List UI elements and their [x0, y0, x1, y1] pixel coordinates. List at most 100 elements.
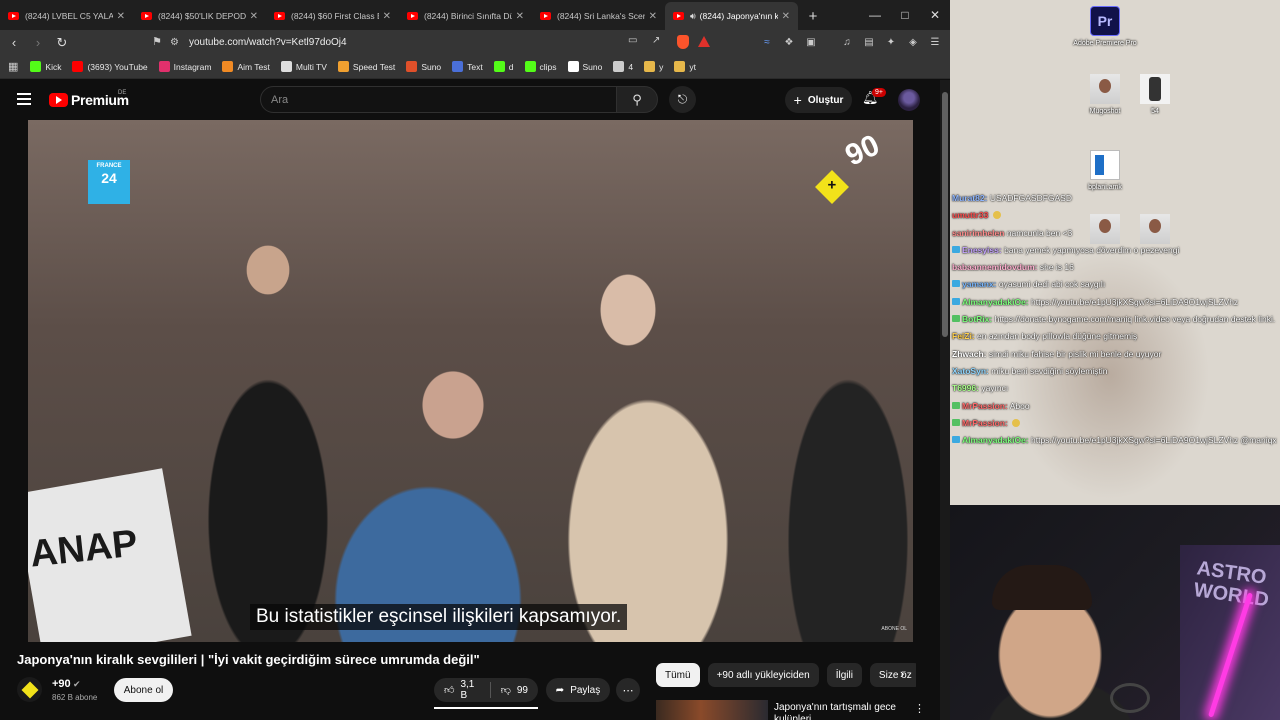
browser-tab[interactable]: (8244) $60 First Class Bus Sir ✕ — [266, 2, 399, 30]
bookmark-label: Kick — [45, 61, 62, 72]
hamburger-menu-icon[interactable] — [17, 93, 31, 105]
video-player[interactable]: ANAP FRANCE 24 + 90 Bu istatistikler eşc… — [28, 120, 913, 642]
extension-icons: ≈ ❖ ▣ ♫ ▤ ✦ ◈ ☰ — [758, 33, 944, 51]
share-button[interactable]: ➦ Paylaş — [546, 678, 610, 702]
bookmark-item[interactable]: 4 — [613, 61, 633, 72]
bookmark-label: Suno — [582, 61, 603, 72]
recommended-thumbnail[interactable] — [656, 700, 768, 720]
menu-icon[interactable]: ☰ — [926, 33, 944, 51]
bookmark-icon — [158, 61, 170, 72]
bookmark-item[interactable]: Kick — [30, 61, 61, 72]
forward-button[interactable]: › — [28, 32, 48, 54]
dislike-button[interactable]: 👎︎ 99 — [491, 678, 538, 702]
share-label: Paylaş — [570, 684, 601, 696]
region-code: DE — [118, 90, 127, 96]
bookmark-item[interactable]: Instagram — [158, 61, 211, 72]
subscribe-button[interactable]: Abone ol — [114, 678, 173, 702]
desktop-icon[interactable]: 54 — [1120, 74, 1190, 116]
bookmark-item[interactable]: Suno — [567, 61, 603, 72]
reload-button[interactable]: ↻ — [52, 32, 72, 54]
browser-tab[interactable]: (8244) LVBEL C5 YALAN MAKİN ✕ — [0, 2, 133, 30]
close-window-button[interactable]: ✕ — [920, 0, 950, 30]
site-settings-icon[interactable]: ⚙ — [170, 37, 179, 48]
close-tab-icon[interactable]: ✕ — [649, 11, 657, 22]
chat-username: T6996: — [952, 383, 979, 394]
bookmark-item[interactable]: (3693) YouTube — [72, 61, 148, 72]
bookmarks-bar: ▦ Kick (3693) YouTube Instagram Aim Test Mul… — [0, 55, 950, 79]
bookmark-item[interactable]: clips — [524, 61, 557, 72]
close-tab-icon[interactable]: ✕ — [250, 11, 258, 22]
browser-window: (8244) LVBEL C5 YALAN MAKİN✕(8244) $50'L… — [0, 0, 950, 720]
recommended-more-icon[interactable]: ⋮ — [914, 702, 925, 715]
browser-tab[interactable]: (8244) Sri Lanka's Scenic Trai ✕ — [532, 2, 665, 30]
speaker-icon[interactable]: 🔊︎ — [690, 11, 696, 22]
music-icon[interactable]: ♫ — [838, 33, 856, 51]
cast-icon[interactable]: ▭ — [628, 35, 637, 46]
bookmark-item[interactable]: Multi TV — [280, 61, 327, 72]
minimize-button[interactable]: — — [860, 0, 890, 30]
bookmark-item[interactable]: Text — [452, 61, 483, 72]
search-button[interactable]: ⚲ — [616, 86, 658, 113]
browser-tab[interactable]: (8244) $50'LIK DEPODA SONS ✕ — [133, 2, 266, 30]
back-button[interactable]: ‹ — [4, 32, 24, 54]
bookmark-item[interactable]: Suno — [406, 61, 441, 72]
channel-avatar[interactable] — [17, 677, 42, 702]
close-tab-icon[interactable]: ✕ — [782, 11, 790, 22]
close-tab-icon[interactable]: ✕ — [383, 11, 391, 22]
account-avatar[interactable] — [898, 89, 920, 111]
new-tab-button[interactable]: + — [802, 2, 824, 30]
share-page-icon[interactable]: ↗ — [652, 35, 660, 46]
desktop-icon[interactable]: Pr Adobe Premiere Pro — [1070, 6, 1140, 48]
chevron-right-icon[interactable]: › — [900, 666, 904, 681]
audio-extension-icon[interactable]: ≈ — [758, 33, 776, 51]
page-scrollbar[interactable] — [940, 80, 950, 720]
bookmark-label: Suno — [421, 61, 442, 72]
chat-message: yamanx: oyasumi dedi abi cok saygılı — [950, 276, 1280, 293]
like-indicator — [434, 707, 538, 709]
search-input[interactable]: Ara — [260, 86, 617, 113]
bookmark-item[interactable]: Aim Test — [222, 61, 270, 72]
puzzle-icon[interactable]: ❖ — [780, 33, 798, 51]
bookmark-item[interactable]: d — [493, 61, 514, 72]
brave-shield-icon[interactable] — [677, 35, 689, 49]
emote-icon — [1012, 418, 1021, 427]
youtube-logo-icon[interactable] — [49, 93, 68, 107]
maximize-button[interactable]: □ — [890, 0, 920, 30]
filter-chip[interactable]: İlgili — [826, 663, 862, 687]
vpn-icon[interactable]: ◈ — [904, 33, 922, 51]
chat-message: babaannemidovdum: she is 16 — [950, 259, 1280, 276]
brave-rewards-icon[interactable] — [698, 36, 710, 47]
chat-username: BotRix: — [962, 314, 993, 325]
chat-text: miku beni sevdiğini söylemiştin — [991, 365, 1108, 376]
chat-text: oyasumi dedi abi cok saygılı — [998, 279, 1106, 290]
tab-title: (8244) Birinci Sınıfta Dünya N — [424, 11, 512, 21]
bookmark-item[interactable]: yt — [674, 61, 696, 72]
channel-name[interactable]: +90 — [52, 678, 71, 690]
like-dislike-group: 👍︎ 3,1 B 👎︎ 99 — [434, 678, 538, 702]
chat-badge-icon — [952, 418, 960, 426]
create-button[interactable]: + Oluştur — [785, 87, 852, 113]
more-actions-button[interactable]: ⋯ — [616, 678, 640, 702]
bookmark-label: 4 — [628, 61, 634, 72]
filter-chip[interactable]: Tümü — [656, 663, 700, 687]
bookmark-item[interactable]: Speed Test — [337, 61, 395, 72]
screenshot-icon[interactable]: ▣ — [802, 33, 820, 51]
filter-chip[interactable]: Size öz — [869, 663, 916, 687]
close-tab-icon[interactable]: ✕ — [516, 11, 524, 22]
ai-icon[interactable]: ✦ — [882, 33, 900, 51]
bookmark-item[interactable]: y — [644, 61, 663, 72]
bookmark-icon[interactable]: ⚑ — [152, 35, 162, 48]
subscribe-watermark[interactable]: ABONE OL — [881, 626, 907, 632]
wallet-icon[interactable]: ▤ — [860, 33, 878, 51]
scrollbar-thumb[interactable] — [942, 92, 948, 337]
like-button[interactable]: 👍︎ 3,1 B — [434, 678, 490, 702]
filter-chip[interactable]: +90 adlı yükleyiciden — [707, 663, 819, 687]
apps-grid-icon[interactable]: ▦ — [8, 60, 18, 73]
browser-tab[interactable]: 🔊︎ (8244) Japonya'nın ki ✕ — [665, 2, 798, 30]
recommendation-chips: Tümü +90 adlı yükleyiciden İlgili Size öz — [656, 663, 916, 687]
recommended-title[interactable]: Japonya'nın tartışmalı gece kulüpleri — [774, 702, 902, 720]
close-tab-icon[interactable]: ✕ — [117, 11, 125, 22]
browser-tab[interactable]: (8244) Birinci Sınıfta Dünya N ✕ — [399, 2, 532, 30]
desktop-icon[interactable]: bplani.amk — [1070, 150, 1140, 192]
voice-search-button[interactable]: ⎋ — [669, 86, 696, 113]
